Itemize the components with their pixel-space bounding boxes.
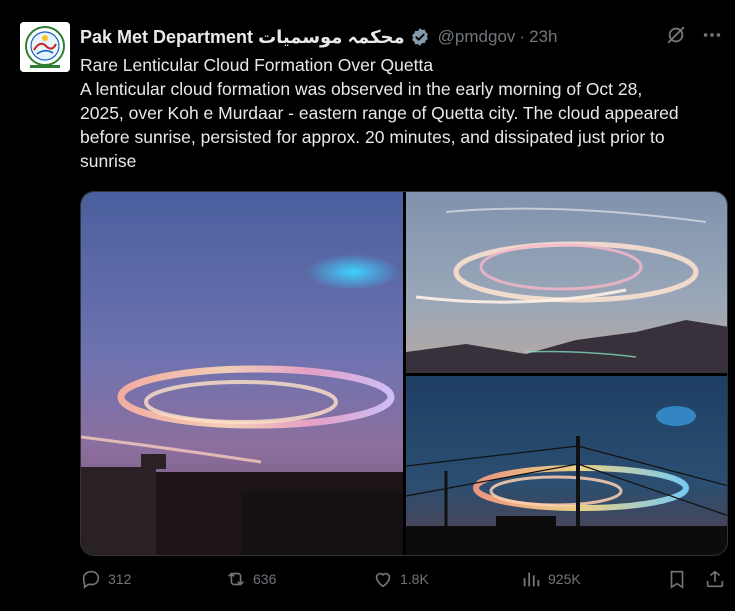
views-count: 925K [548,571,581,587]
pmd-logo [20,22,70,72]
handle[interactable]: @pmdgov [438,27,516,47]
bookmark-icon [670,570,684,589]
media-photo-1[interactable] [81,192,403,555]
more-icon[interactable] [701,24,723,46]
tweet-text-line: 2025, over Koh e Murdaar - eastern range… [80,103,679,123]
views-icon [523,572,540,587]
reply-count: 312 [108,571,132,587]
separator-dot: · [519,27,526,46]
display-name[interactable]: Pak Met Department محکمہ موسمیات [80,27,405,48]
grok-icon[interactable] [665,24,687,46]
tweet-text-line: before sunrise, persisted for approx. 20… [80,127,665,147]
like-icon [375,572,391,588]
avatar[interactable] [20,22,70,72]
action-bar: 312 636 1.8K 925K [80,568,728,602]
reply-icon [82,570,100,589]
repost-icon [228,572,244,586]
reply-button[interactable]: 312 [80,568,131,590]
repost-button[interactable]: 636 [225,568,276,590]
share-button[interactable] [704,568,726,590]
repost-count: 636 [253,571,277,587]
tweet-header: Pak Met Department محکمہ موسمیات @pmdgov… [80,24,557,50]
views-button[interactable]: 925K [520,568,581,590]
bookmark-button[interactable] [666,568,688,590]
tweet-text: Rare Lenticular Cloud Formation Over Que… [80,53,720,173]
tweet-text-line: A lenticular cloud formation was observe… [80,79,643,99]
like-button[interactable]: 1.8K [372,568,429,590]
share-icon [706,570,724,588]
tweet-card[interactable]: Pak Met Department محکمہ موسمیات @pmdgov… [0,0,735,611]
top-actions [665,24,723,46]
verified-badge-icon [410,27,430,47]
media-photo-2[interactable] [406,192,727,373]
timestamp[interactable]: 23h [529,27,557,47]
like-count: 1.8K [400,571,429,587]
tweet-text-line: sunrise [80,151,137,171]
tweet-text-line: Rare Lenticular Cloud Formation Over Que… [80,55,434,75]
media-photo-3[interactable] [406,376,727,555]
media-grid [80,191,728,556]
